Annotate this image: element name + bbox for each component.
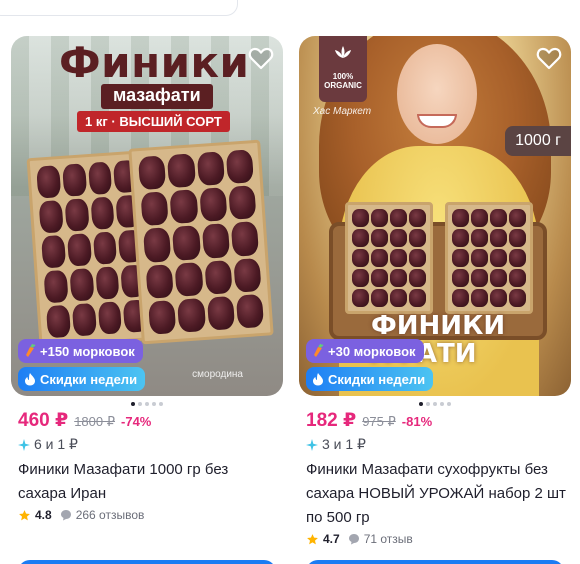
store-watermark: Хас Маркет (313, 106, 372, 117)
product-image[interactable]: 100% ORGANIC Хас Маркет 1000 г ФИНИКИ АФ… (299, 36, 571, 396)
rating: 4.8 266 отзывов (18, 508, 144, 522)
reviews-count: 71 отзыв (363, 532, 413, 546)
leaf-icon (335, 46, 351, 58)
add-to-cart-button[interactable] (306, 560, 564, 564)
bonus-badge: +30 морковок (306, 339, 424, 363)
weight-label: 1000 г (505, 126, 571, 156)
sale-label: Скидки недели (40, 371, 138, 387)
rating-value: 4.8 (35, 508, 52, 522)
image-watermark: смородина (192, 369, 243, 380)
price: 460 ₽ (18, 410, 69, 431)
product-image[interactable]: Финики мазафати 1 кг · ВЫСШИЙ СОРТ сморо… (11, 36, 283, 396)
comment-icon (60, 510, 71, 521)
rating: 4.7 71 отзыв (306, 532, 413, 546)
installment-icon (18, 438, 30, 451)
price-row: 182 ₽ 975 ₽ -81% (306, 409, 432, 432)
fire-icon (25, 373, 35, 386)
installment: 6 и 1 ₽ (18, 436, 78, 453)
product-name[interactable]: Финики Мазафати сухофрукты без сахара НО… (306, 458, 568, 530)
price-row: 460 ₽ 1800 ₽ -74% (18, 409, 151, 432)
old-price: 1800 ₽ (74, 414, 116, 429)
heart-icon[interactable] (247, 44, 275, 72)
search-chip[interactable] (0, 0, 238, 16)
organic-label: 100% ORGANIC (324, 72, 362, 90)
installment-label: 3 и 1 ₽ (322, 436, 366, 452)
rating-value: 4.7 (323, 532, 340, 546)
dates-box (445, 202, 533, 314)
bonus-label: +30 морковок (328, 343, 416, 359)
product-name[interactable]: Финики Мазафати 1000 гр без сахара Иран (18, 458, 280, 506)
star-icon (307, 533, 318, 544)
heart-icon[interactable] (535, 44, 563, 72)
product-card[interactable]: Финики мазафати 1 кг · ВЫСШИЙ СОРТ сморо… (11, 36, 283, 564)
fire-icon (313, 373, 323, 386)
reviews-count: 266 отзывов (75, 508, 145, 522)
image-tag: 1 кг · ВЫСШИЙ СОРТ (77, 111, 230, 132)
dates-box (345, 202, 433, 314)
sale-badge: Скидки недели (306, 367, 434, 391)
old-price: 975 ₽ (362, 414, 396, 429)
sale-label: Скидки недели (328, 371, 426, 387)
sale-badge: Скидки недели (18, 367, 146, 391)
carrot-icon (314, 344, 324, 357)
discount: -81% (401, 414, 433, 429)
girl-face (397, 44, 477, 144)
product-card[interactable]: 100% ORGANIC Хас Маркет 1000 г ФИНИКИ АФ… (299, 36, 571, 564)
price: 182 ₽ (306, 410, 357, 431)
installment-label: 6 и 1 ₽ (34, 436, 78, 452)
image-pagination (299, 402, 571, 406)
organic-badge: 100% ORGANIC (319, 36, 367, 102)
dates-box (128, 139, 274, 345)
carrot-icon (26, 344, 36, 357)
discount: -74% (121, 414, 152, 429)
installment-icon (306, 438, 318, 451)
image-pagination (11, 402, 283, 406)
image-subtitle: мазафати (101, 84, 213, 109)
image-title: Финики (59, 38, 250, 87)
installment: 3 и 1 ₽ (306, 436, 366, 453)
add-to-cart-button[interactable] (18, 560, 276, 564)
bonus-badge: +150 морковок (18, 339, 143, 363)
bonus-label: +150 морковок (40, 343, 135, 359)
comment-icon (348, 534, 359, 545)
star-icon (19, 509, 30, 520)
